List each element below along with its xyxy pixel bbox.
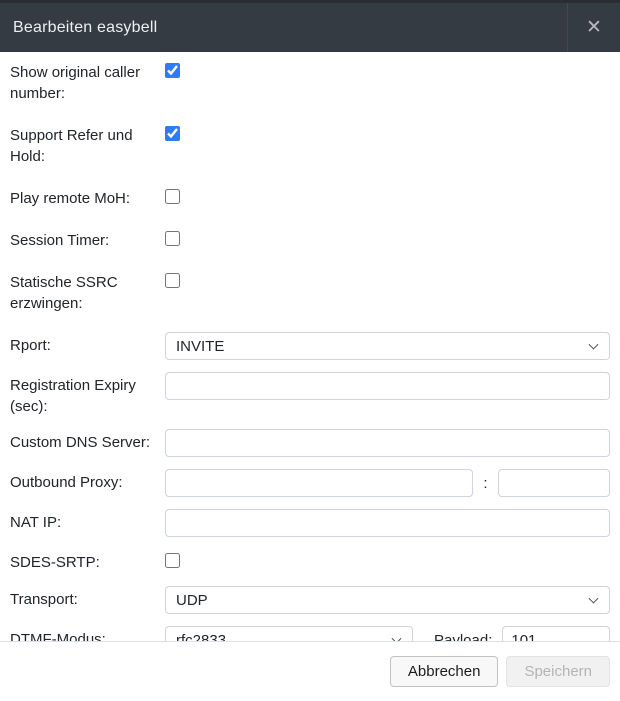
close-button[interactable]: ✕ xyxy=(567,3,620,52)
rport-select[interactable]: INVITE xyxy=(165,332,610,360)
row-static-ssrc: Statische SSRC erzwingen: xyxy=(10,269,610,314)
support-refer-hold-checkbox[interactable] xyxy=(165,126,180,141)
transport-select[interactable]: UDP xyxy=(165,586,610,614)
show-original-caller-checkbox[interactable] xyxy=(165,63,180,78)
dialog-form: Show original caller number: Support Ref… xyxy=(0,52,620,641)
field-label: Transport: xyxy=(10,586,165,610)
nat-ip-input[interactable] xyxy=(165,509,610,537)
payload-label: Payload: xyxy=(434,632,492,642)
payload-input[interactable] xyxy=(502,626,610,641)
edit-provider-dialog: Bearbeiten easybell ✕ Show original call… xyxy=(0,0,620,701)
row-session-timer: Session Timer: xyxy=(10,227,610,251)
row-play-remote-moh: Play remote MoH: xyxy=(10,185,610,209)
row-nat-ip: NAT IP: xyxy=(10,509,610,537)
field-label: Outbound Proxy: xyxy=(10,469,165,493)
outbound-proxy-port-input[interactable] xyxy=(498,469,610,497)
row-custom-dns-server: Custom DNS Server: xyxy=(10,429,610,457)
row-outbound-proxy: Outbound Proxy: : xyxy=(10,469,610,497)
row-transport: Transport: UDP xyxy=(10,586,610,614)
field-label: Support Refer und Hold: xyxy=(10,122,165,167)
host-port-separator: : xyxy=(473,475,498,492)
row-sdes-srtp: SDES-SRTP: xyxy=(10,549,610,573)
dialog-header: Bearbeiten easybell ✕ xyxy=(0,0,620,52)
registration-expiry-input[interactable] xyxy=(165,372,610,400)
field-label: DTMF-Modus: xyxy=(10,626,165,641)
row-rport: Rport: INVITE xyxy=(10,332,610,360)
dialog-title: Bearbeiten easybell xyxy=(13,19,157,37)
field-label: SDES-SRTP: xyxy=(10,549,165,573)
sdes-srtp-checkbox[interactable] xyxy=(165,553,180,568)
close-icon: ✕ xyxy=(586,18,602,37)
dialog-footer: Abbrechen Speichern xyxy=(0,641,620,701)
row-show-original-caller-number: Show original caller number: xyxy=(10,59,610,104)
static-ssrc-checkbox[interactable] xyxy=(165,273,180,288)
field-label: Session Timer: xyxy=(10,227,165,251)
field-label: Show original caller number: xyxy=(10,59,165,104)
save-button[interactable]: Speichern xyxy=(506,656,610,687)
custom-dns-input[interactable] xyxy=(165,429,610,457)
field-label: Play remote MoH: xyxy=(10,185,165,209)
field-label: Statische SSRC erzwingen: xyxy=(10,269,165,314)
play-remote-moh-checkbox[interactable] xyxy=(165,189,180,204)
field-label: NAT IP: xyxy=(10,509,165,533)
outbound-proxy-host-input[interactable] xyxy=(165,469,473,497)
field-label: Registration Expiry (sec): xyxy=(10,372,165,417)
field-label: Custom DNS Server: xyxy=(10,429,165,453)
cancel-button[interactable]: Abbrechen xyxy=(390,656,499,687)
row-support-refer-hold: Support Refer und Hold: xyxy=(10,122,610,167)
session-timer-checkbox[interactable] xyxy=(165,231,180,246)
field-label: Rport: xyxy=(10,332,165,356)
dtmf-modus-select[interactable]: rfc2833 xyxy=(165,626,413,641)
row-registration-expiry: Registration Expiry (sec): xyxy=(10,372,610,417)
row-dtmf-modus: DTMF-Modus: rfc2833 Payload: xyxy=(10,626,610,641)
